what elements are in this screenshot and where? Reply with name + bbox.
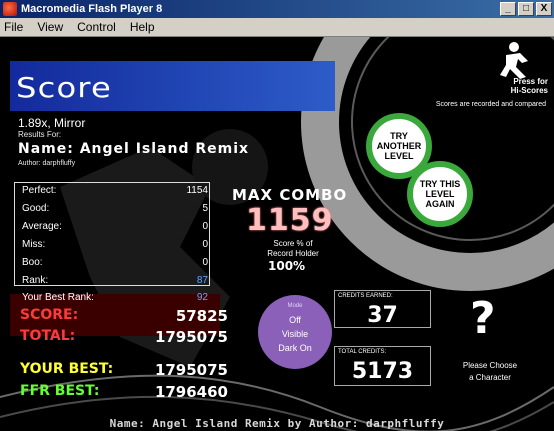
stat-label: Miss: [22,239,46,250]
your-best-value: 1795075 [154,361,228,379]
menu-bar: File View Control Help [0,18,554,37]
toggle-option-visible: Visible [281,329,309,339]
stat-value: 87 [196,275,208,286]
stat-good: Good: 5 [22,203,210,219]
menu-help[interactable]: Help [130,20,155,34]
close-button[interactable]: X [536,2,552,16]
flash-player-icon [3,2,17,16]
your-best-label: YOUR BEST: [20,361,114,377]
credits-earned-label: CREDITS EARNED: [338,293,393,299]
stat-value: 0 [202,221,208,232]
stat-label: Boo: [22,257,43,268]
hiscores-line-2: Hi-Scores [510,86,548,95]
stat-average: Average: 0 [22,221,210,237]
song-author: Author: darphfluffy [18,160,76,167]
hiscores-link[interactable]: Press for Hi-Scores [511,77,548,95]
total-row: TOTAL: 1795075 [20,328,228,350]
choose-character-prompt: Please Choose a Character [442,360,538,384]
hiscores-line-1: Press for [513,77,548,86]
record-percent-label: Score % of Record Holder [248,239,338,259]
try-again-line-2: LEVEL [425,189,455,199]
ffr-best-value: 1796460 [154,383,228,401]
credits-earned-value: 37 [367,303,398,328]
record-percent-value: 100% [268,259,306,273]
total-credits-label: TOTAL CREDITS: [338,349,387,355]
stat-value: 5 [202,203,208,214]
ffr-best-row: FFR BEST: 1796460 [20,383,228,405]
stat-boo: Boo: 0 [22,257,210,273]
menu-file[interactable]: File [4,20,23,34]
recorded-note: Scores are recorded and compared [435,101,546,108]
stat-label: Rank: [22,275,49,286]
menu-view[interactable]: View [37,20,63,34]
record-label-line-1: Score % of [273,239,313,248]
try-another-line-2: ANOTHER [376,141,422,151]
stat-label: Good: [22,203,50,214]
score-row: SCORE: 57825 [20,307,228,329]
maximize-button[interactable]: □ [518,2,534,16]
stat-value: 0 [202,239,208,250]
results-for-label: Results For: [18,130,62,139]
stat-label: Your Best Rank: [22,292,94,303]
toggle-caption: Mode [287,303,303,309]
choose-line-2: a Character [469,373,511,382]
visibility-toggle[interactable]: Mode Off Visible Dark On [258,295,332,369]
runner-icon[interactable] [500,42,528,79]
record-label-line-2: Record Holder [267,249,319,258]
window-title: Macromedia Flash Player 8 [21,3,163,15]
stat-miss: Miss: 0 [22,239,210,255]
max-combo-value: 1159 [246,203,334,238]
stat-value: 92 [196,292,208,303]
choose-line-1: Please Choose [462,361,518,370]
window-controls: _ □ X [500,2,552,16]
stat-label: Perfect: [22,185,57,196]
page-title: Score [16,71,112,104]
menu-control[interactable]: Control [77,20,116,34]
score-value: 57825 [175,307,228,325]
flash-stage: Score Press for Hi-Scores Scores are rec… [0,37,554,431]
stat-value: 1154 [186,185,208,196]
stat-label: Average: [22,221,62,232]
try-another-line-1: TRY [390,131,408,141]
try-again-line-1: TRY THIS [419,179,461,189]
total-credits-box: TOTAL CREDITS: 5173 [334,346,431,386]
try-level-again-button[interactable]: TRY THIS LEVEL AGAIN [407,161,473,227]
toggle-option-dark-on: Dark On [278,343,312,353]
ffr-best-label: FFR BEST: [20,383,100,399]
song-name: Name: Angel Island Remix [18,141,250,157]
max-combo-label: MAX COMBO [232,186,348,204]
try-again-line-3: AGAIN [425,199,455,209]
try-another-line-3: LEVEL [384,151,414,161]
total-label: TOTAL: [20,328,76,344]
minimize-button[interactable]: _ [500,2,516,16]
stat-best-rank: Your Best Rank: 92 [22,292,210,308]
total-value: 1795075 [154,328,228,346]
stat-perfect: Perfect: 1154 [22,185,210,201]
stat-rank: Rank: 87 [22,275,210,291]
your-best-row: YOUR BEST: 1795075 [20,361,228,383]
stat-value: 0 [202,257,208,268]
toggle-option-off: Off [289,315,301,325]
footer-song-info: Name: Angel Island Remix by Author: darp… [109,417,445,430]
total-credits-value: 5173 [351,359,414,384]
rate-mods: 1.89x, Mirror [18,116,86,130]
window-titlebar[interactable]: Macromedia Flash Player 8 _ □ X [0,0,554,18]
credits-earned-box: CREDITS EARNED: 37 [334,290,431,328]
choose-character-button[interactable]: ? [470,293,496,344]
score-label: SCORE: [20,307,79,323]
